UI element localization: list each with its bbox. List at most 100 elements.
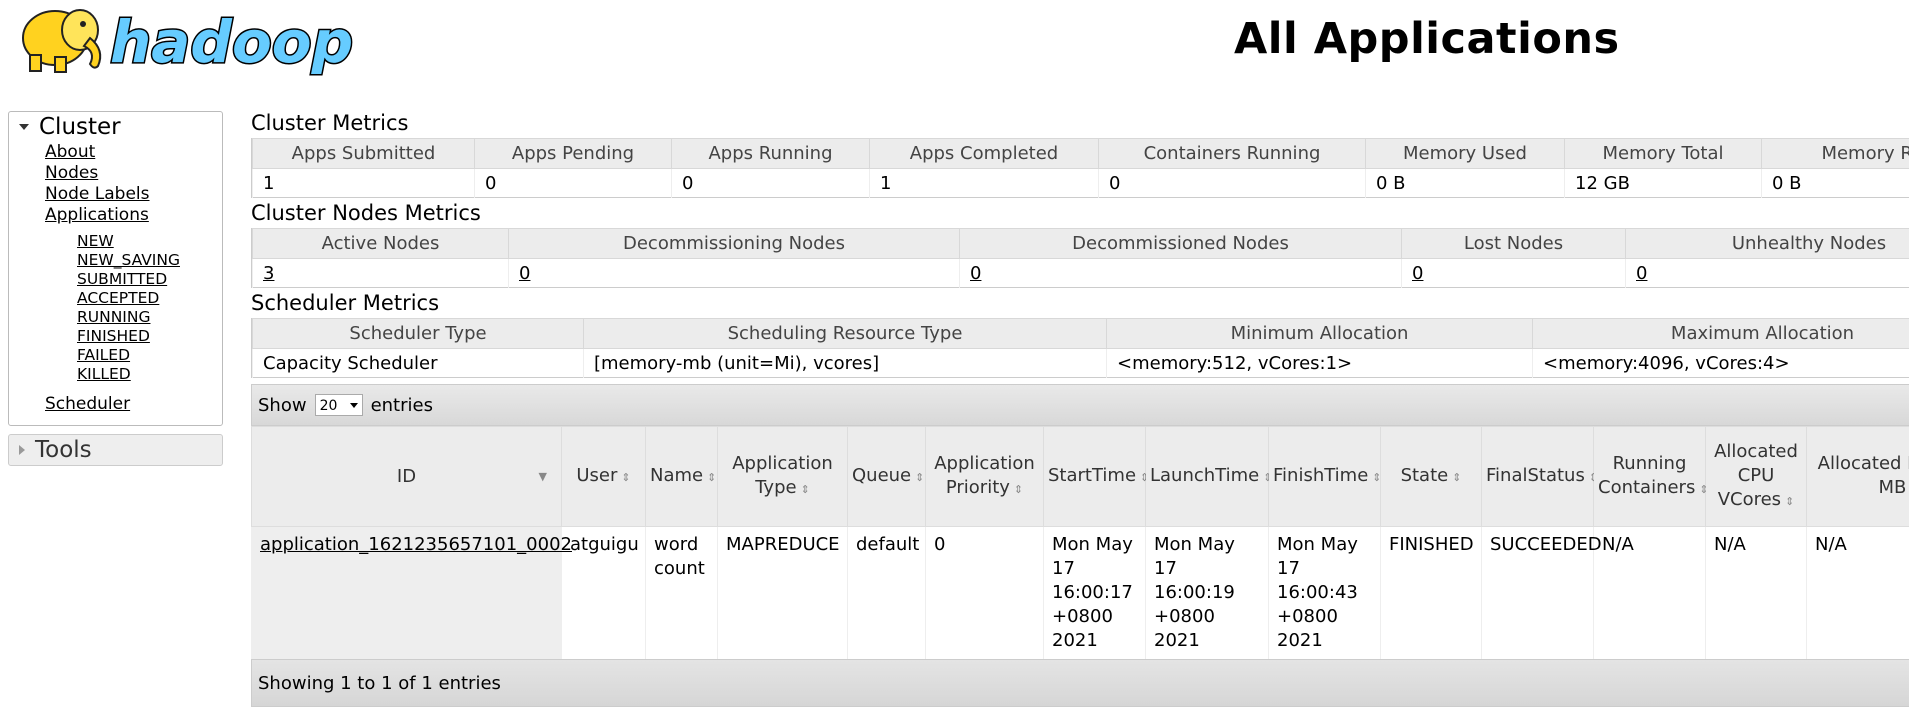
- col-name[interactable]: Name⇕: [646, 427, 718, 527]
- val-apps-submitted: 1: [253, 169, 475, 198]
- val-containers-running: 0: [1099, 169, 1366, 198]
- nav-state-new[interactable]: NEW: [77, 232, 114, 250]
- cluster-section: Cluster About Nodes Node Labels Applicat…: [8, 111, 223, 426]
- col-memory-used: Memory Used: [1366, 139, 1565, 169]
- node-metrics-table: Active Nodes Decommissioning Nodes Decom…: [252, 228, 1909, 288]
- col-application-priority[interactable]: Application Priority⇕: [926, 427, 1044, 527]
- col-id-label: ID: [397, 466, 416, 487]
- col-user[interactable]: User⇕: [562, 427, 646, 527]
- app-state-links: NEW NEW_SAVING SUBMITTED ACCEPTED RUNNIN…: [45, 232, 222, 384]
- nav-state-running[interactable]: RUNNING: [77, 308, 150, 326]
- col-memory-reserved: Memory Res: [1762, 139, 1909, 169]
- nav-link-applications[interactable]: Applications: [45, 205, 149, 225]
- nav-state-finished[interactable]: FINISHED: [77, 327, 150, 345]
- cell-application-type: MAPREDUCE: [718, 527, 848, 660]
- col-id[interactable]: ID ▼: [252, 427, 562, 527]
- cell-start-time: Mon May 17 16:00:17 +0800 2021: [1044, 527, 1146, 660]
- applications-table: ID▼ User⇕ Name⇕ Application Type⇕ Queue⇕…: [251, 426, 1909, 659]
- nav-link-about[interactable]: About: [45, 142, 95, 162]
- chevron-right-icon: [19, 445, 25, 455]
- nav-state-new-saving[interactable]: NEW_SAVING: [77, 251, 180, 269]
- col-apps-pending: Apps Pending: [475, 139, 672, 169]
- col-queue[interactable]: Queue⇕: [848, 427, 926, 527]
- cluster-section-header[interactable]: Cluster: [9, 112, 222, 142]
- col-decommissioning-nodes: Decommissioning Nodes: [509, 229, 960, 259]
- nav-state-accepted[interactable]: ACCEPTED: [77, 289, 159, 307]
- sidebar: Cluster About Nodes Node Labels Applicat…: [8, 111, 223, 466]
- hadoop-elephant-icon: hadoop: [10, 0, 385, 82]
- sort-icon: ⇕: [1785, 495, 1794, 508]
- col-scheduling-resource-type: Scheduling Resource Type: [584, 319, 1107, 349]
- link-lost-nodes[interactable]: 0: [1412, 263, 1423, 284]
- col-allocated-memory-mb[interactable]: Allocated Memory MB⇕: [1807, 427, 1909, 527]
- col-launch-time-label: LaunchTime: [1150, 465, 1259, 486]
- val-minimum-allocation: <memory:512, vCores:1>: [1107, 349, 1533, 378]
- nav-state-submitted[interactable]: SUBMITTED: [77, 270, 167, 288]
- scheduler-metrics-table-wrap: Scheduler Type Scheduling Resource Type …: [251, 318, 1909, 378]
- sort-icon: ⇕: [1014, 483, 1023, 496]
- main-content: Cluster Metrics Apps Submitted Apps Pend…: [251, 108, 1909, 707]
- col-launch-time[interactable]: LaunchTime⇕: [1146, 427, 1269, 527]
- col-state[interactable]: State⇕: [1381, 427, 1482, 527]
- link-decommissioned-nodes[interactable]: 0: [970, 263, 981, 284]
- col-application-type-label: Application Type: [732, 453, 833, 498]
- col-apps-submitted: Apps Submitted: [253, 139, 475, 169]
- entries-label: entries: [371, 395, 433, 416]
- tools-section-header[interactable]: Tools: [9, 435, 222, 465]
- col-maximum-allocation: Maximum Allocation: [1533, 319, 1909, 349]
- cell-state: FINISHED: [1381, 527, 1482, 660]
- chevron-down-icon: [19, 124, 29, 130]
- col-running-containers[interactable]: Running Containers⇕: [1594, 427, 1706, 527]
- tools-label: Tools: [35, 437, 92, 463]
- cluster-metrics-table: Apps Submitted Apps Pending Apps Running…: [252, 138, 1909, 198]
- val-apps-running: 0: [672, 169, 870, 198]
- col-final-status[interactable]: FinalStatus⇕: [1482, 427, 1594, 527]
- col-start-time-label: StartTime: [1048, 465, 1136, 486]
- val-apps-completed: 1: [870, 169, 1099, 198]
- cluster-metrics-title: Cluster Metrics: [251, 108, 1909, 138]
- nav-state-killed[interactable]: KILLED: [77, 365, 131, 383]
- val-apps-pending: 0: [475, 169, 672, 198]
- val-memory-total: 12 GB: [1565, 169, 1762, 198]
- nav-link-node-labels[interactable]: Node Labels: [45, 184, 150, 204]
- scheduler-metrics-table: Scheduler Type Scheduling Resource Type …: [252, 318, 1909, 378]
- col-lost-nodes: Lost Nodes: [1402, 229, 1626, 259]
- cell-name: word count: [646, 527, 718, 660]
- link-unhealthy-nodes[interactable]: 0: [1636, 263, 1647, 284]
- cluster-links: About Nodes Node Labels Applications NEW…: [9, 142, 222, 425]
- link-decommissioning-nodes[interactable]: 0: [519, 263, 530, 284]
- val-memory-used: 0 B: [1366, 169, 1565, 198]
- scheduler-metrics-title: Scheduler Metrics: [251, 288, 1909, 318]
- col-allocated-cpu-vcores[interactable]: Allocated CPU VCores⇕: [1706, 427, 1807, 527]
- col-active-nodes: Active Nodes: [253, 229, 509, 259]
- col-state-label: State: [1401, 465, 1449, 486]
- col-decommissioned-nodes: Decommissioned Nodes: [960, 229, 1402, 259]
- application-id-link[interactable]: application_1621235657101_0002: [260, 534, 572, 555]
- col-allocated-memory-mb-label: Allocated Memory MB: [1818, 453, 1909, 498]
- cell-priority: 0: [926, 527, 1044, 660]
- sort-desc-icon: ▼: [539, 465, 547, 489]
- hadoop-logo[interactable]: hadoop: [10, 0, 385, 82]
- node-metrics-title: Cluster Nodes Metrics: [251, 198, 1909, 228]
- nav-state-failed[interactable]: FAILED: [77, 346, 130, 364]
- col-finish-time-label: FinishTime: [1273, 465, 1368, 486]
- node-metrics-table-wrap: Active Nodes Decommissioning Nodes Decom…: [251, 228, 1909, 288]
- col-application-type[interactable]: Application Type⇕: [718, 427, 848, 527]
- link-active-nodes[interactable]: 3: [263, 263, 274, 284]
- col-start-time[interactable]: StartTime⇕: [1044, 427, 1146, 527]
- cell-finish-time: Mon May 17 16:00:43 +0800 2021: [1269, 527, 1381, 660]
- page-size-select[interactable]: 20: [315, 394, 363, 416]
- col-unhealthy-nodes: Unhealthy Nodes: [1626, 229, 1909, 259]
- col-final-status-label: FinalStatus: [1486, 465, 1585, 486]
- sort-icon: ⇕: [915, 471, 924, 484]
- nav-link-nodes[interactable]: Nodes: [45, 163, 98, 183]
- page-size-value: 20: [320, 398, 338, 414]
- col-finish-time[interactable]: FinishTime⇕: [1269, 427, 1381, 527]
- tools-section[interactable]: Tools: [8, 434, 223, 466]
- cell-allocated-memory: N/A: [1807, 527, 1909, 660]
- cell-running-containers: N/A: [1594, 527, 1706, 660]
- col-running-containers-label: Running Containers: [1598, 453, 1695, 498]
- nav-link-scheduler[interactable]: Scheduler: [45, 394, 130, 414]
- sort-icon: ⇕: [707, 471, 716, 484]
- caret-down-icon: [350, 403, 358, 408]
